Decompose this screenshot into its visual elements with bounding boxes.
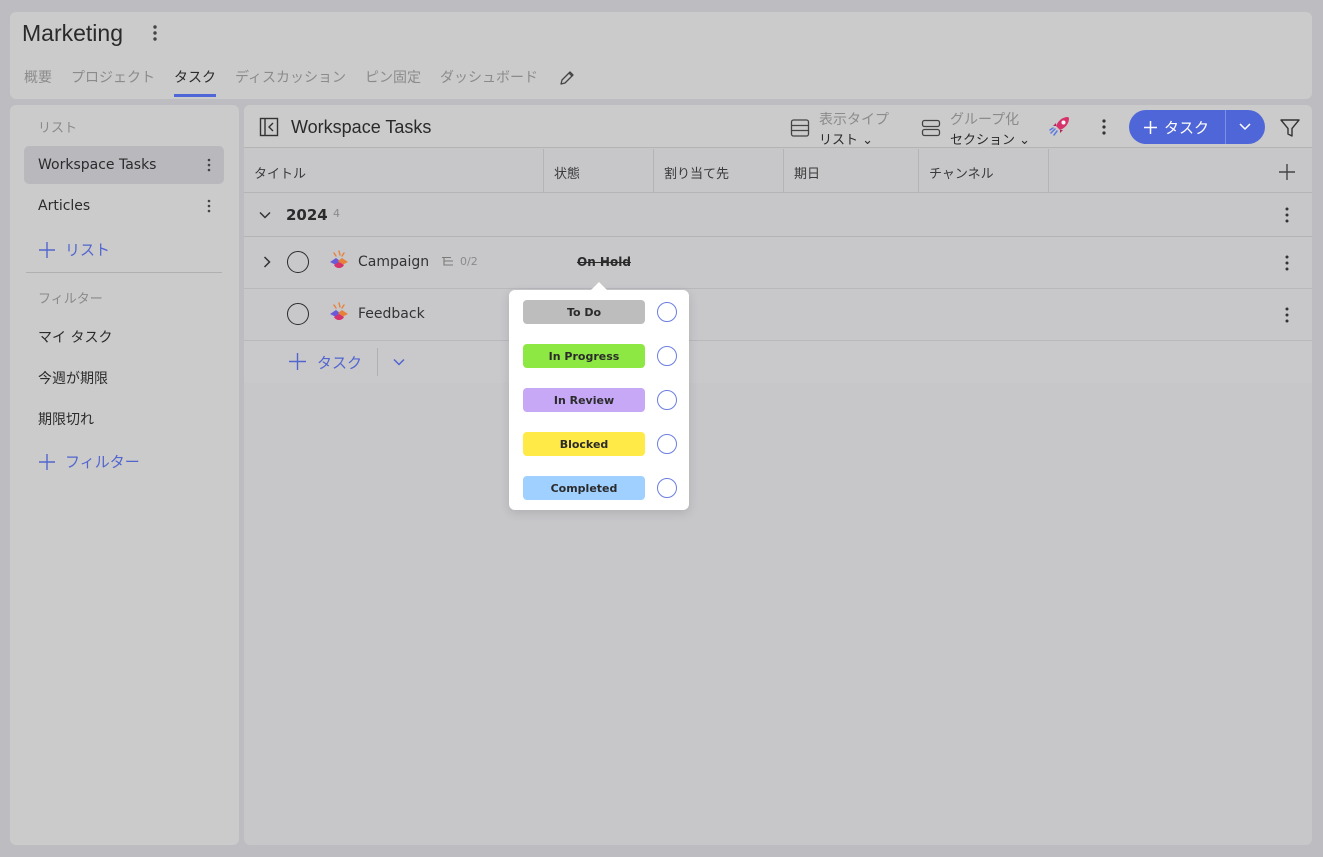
sidebar: リスト Workspace Tasks Articles リスト フィルター マ… [10,105,239,845]
status-option-completed[interactable]: Completed [523,476,645,500]
task-list-panel: Workspace Tasks 表示タイプ リスト ⌄ グループ化 セクション … [244,105,1312,845]
status-menu: To Do In Progress In Review Blocked Comp… [509,282,689,510]
pencil-icon[interactable] [558,69,576,87]
status-radio-todo[interactable] [657,302,677,322]
workspace-tabs: 概要 プロジェクト タスク ディスカッション ピン固定 ダッシュボード [24,67,557,97]
status-option-todo[interactable]: To Do [523,300,645,324]
view-type-label: 表示タイプ [819,112,889,128]
more-icon[interactable] [1283,306,1291,324]
workspace-more-icon[interactable] [148,22,162,44]
section-count: 4 [333,207,340,220]
status-radio-in-review[interactable] [657,390,677,410]
sidebar-filters-label: フィルター [38,292,103,307]
plus-icon [38,453,56,471]
more-icon[interactable] [206,198,212,214]
chevron-right-icon[interactable] [260,255,274,269]
sidebar-divider [26,272,222,273]
workspace-header: Marketing 概要 プロジェクト タスク ディスカッション ピン固定 ダッ… [10,12,1312,99]
tab-projects[interactable]: プロジェクト [71,67,155,97]
chevron-down-icon [1239,123,1251,131]
section-name: 2024 [286,206,328,224]
status-cell[interactable]: On Hold [577,255,631,269]
task-complete-checkbox[interactable] [287,251,309,273]
section-row[interactable]: 2024 4 [244,193,1312,237]
view-type-selector[interactable]: 表示タイプ リスト ⌄ [790,109,900,148]
status-radio-in-progress[interactable] [657,346,677,366]
tab-tasks[interactable]: タスク [174,67,216,97]
task-row[interactable]: Feedback [244,289,1312,341]
task-name[interactable]: Campaign [358,254,429,270]
group-by-selector[interactable]: グループ化 セクション ⌄ [921,109,1031,148]
add-filter-button[interactable]: フィルター [38,451,140,472]
chevron-down-icon[interactable] [392,355,406,369]
more-icon[interactable] [206,157,212,173]
status-radio-completed[interactable] [657,478,677,498]
add-task-inline-button[interactable]: タスク [317,352,362,373]
group-by-label: グループ化 [950,112,1020,128]
plus-icon[interactable] [288,352,307,371]
popover-arrow [591,282,607,290]
add-list-label: リスト [65,241,111,259]
sidebar-item-articles[interactable]: Articles [24,187,224,225]
filter-icon[interactable] [1279,117,1301,139]
filter-due-this-week[interactable]: 今週が期限 [38,368,108,388]
tab-dashboard[interactable]: ダッシュボード [440,67,538,97]
subtask-count: 0/2 [460,255,478,268]
status-option-blocked[interactable]: Blocked [523,432,645,456]
team-avatar-icon [328,302,350,324]
list-toolbar: Workspace Tasks 表示タイプ リスト ⌄ グループ化 セクション … [244,105,1312,148]
status-option-in-progress[interactable]: In Progress [523,344,645,368]
more-icon[interactable] [1283,254,1291,272]
view-type-value: リスト ⌄ [819,133,874,148]
tab-discussion[interactable]: ディスカッション [235,67,346,97]
add-filter-label: フィルター [65,453,140,471]
divider [377,348,378,376]
workspace-title: Marketing [22,20,123,46]
add-task-dropdown-button[interactable] [1225,110,1265,144]
column-header-row: タイトル 状態 割り当て先 期日 チャンネル [244,149,1312,193]
add-column-icon[interactable] [1278,163,1296,181]
table-icon [790,118,810,138]
column-status[interactable]: 状態 [544,149,654,193]
column-title[interactable]: タイトル [244,149,544,193]
subtask-icon [441,256,454,268]
add-task-row: タスク [244,341,1312,383]
list-title: Workspace Tasks [291,117,432,137]
column-due-date[interactable]: 期日 [784,149,919,193]
status-radio-blocked[interactable] [657,434,677,454]
plus-icon [1143,120,1158,135]
sidebar-lists-label: リスト [38,121,78,136]
task-name[interactable]: Feedback [358,306,425,322]
tab-overview[interactable]: 概要 [24,67,52,97]
tab-pinned[interactable]: ピン固定 [365,67,421,97]
view-type-value-text: リスト [819,133,859,148]
add-task-label: タスク [1164,118,1210,137]
sidebar-item-workspace-tasks[interactable]: Workspace Tasks [24,146,224,184]
more-icon[interactable] [1283,206,1291,224]
add-list-button[interactable]: リスト [38,239,110,260]
rows-icon [921,118,941,138]
sidebar-item-label: Workspace Tasks [38,157,157,173]
filter-my-tasks[interactable]: マイ タスク [38,327,112,347]
collapse-sidebar-icon[interactable] [259,117,279,137]
sidebar-item-label: Articles [38,198,91,214]
team-avatar-icon [328,250,350,272]
task-row[interactable]: Campaign 0/2 On Hold [244,237,1312,289]
rocket-icon[interactable] [1048,114,1072,138]
column-channel[interactable]: チャンネル [919,149,1049,193]
status-option-in-review[interactable]: In Review [523,388,645,412]
group-by-value-text: セクション [950,133,1016,148]
group-by-value: セクション ⌄ [950,133,1031,148]
plus-icon [38,241,56,259]
more-options-icon[interactable] [1100,117,1108,137]
column-assignee[interactable]: 割り当て先 [654,149,784,193]
filter-overdue[interactable]: 期限切れ [38,409,94,429]
task-complete-checkbox[interactable] [287,303,309,325]
chevron-down-icon[interactable] [258,208,272,222]
add-task-button[interactable]: タスク [1129,110,1225,144]
